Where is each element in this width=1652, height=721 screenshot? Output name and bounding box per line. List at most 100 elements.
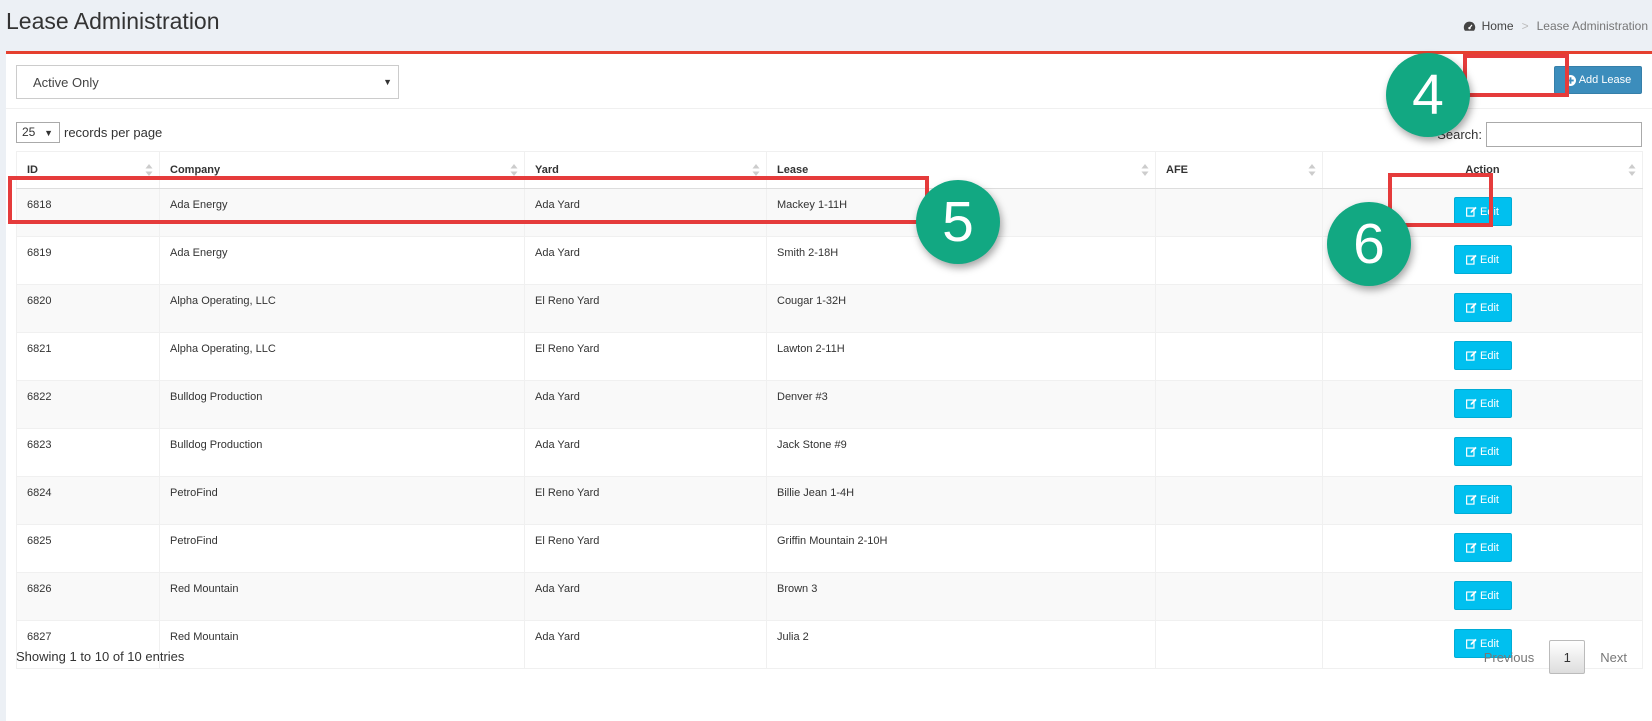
edit-button[interactable]: Edit xyxy=(1453,485,1512,514)
page-length-label: records per page xyxy=(64,125,163,140)
cell-afe xyxy=(1155,428,1323,477)
table-info: Showing 1 to 10 of 10 entries xyxy=(16,649,185,664)
status-filter-value: Active Only xyxy=(33,75,99,90)
search-control: Search: xyxy=(1437,122,1642,147)
cell-company: PetroFind xyxy=(159,476,525,525)
edit-button-label: Edit xyxy=(1480,541,1499,554)
edit-button-label: Edit xyxy=(1480,493,1499,506)
cell-afe xyxy=(1155,476,1323,525)
cell-lease: Julia 2 xyxy=(766,620,1156,669)
cell-id: 6821 xyxy=(16,332,160,381)
cell-afe xyxy=(1155,524,1323,573)
table-row[interactable]: 6824 PetroFind El Reno Yard Billie Jean 1-4… xyxy=(16,476,1643,525)
page-length-value: 25 xyxy=(22,125,36,139)
column-header-afe[interactable]: AFE xyxy=(1155,151,1323,189)
cell-action: Edit xyxy=(1322,380,1643,429)
cell-action: Edit xyxy=(1322,332,1643,381)
cell-id: 6823 xyxy=(16,428,160,477)
cell-yard: Ada Yard xyxy=(524,380,767,429)
cell-lease: Brown 3 xyxy=(766,572,1156,621)
edit-button-label: Edit xyxy=(1480,253,1499,266)
pagination: Previous 1 Next xyxy=(1469,640,1642,674)
table-row[interactable]: 6822 Bulldog Production Ada Yard Denver #3 E… xyxy=(16,380,1643,429)
edit-button[interactable]: Edit xyxy=(1453,341,1512,370)
edit-icon xyxy=(1466,302,1477,313)
edit-icon xyxy=(1466,494,1477,505)
pagination-previous[interactable]: Previous xyxy=(1469,641,1550,674)
edit-button[interactable]: Edit xyxy=(1453,293,1512,322)
cell-afe xyxy=(1155,380,1323,429)
breadcrumb: Home > Lease Administration xyxy=(1463,19,1648,33)
edit-button[interactable]: Edit xyxy=(1453,581,1512,610)
cell-action: Edit xyxy=(1322,284,1643,333)
page-length-select[interactable]: 25 ▼ xyxy=(16,122,60,143)
edit-button-label: Edit xyxy=(1480,301,1499,314)
edit-icon xyxy=(1466,590,1477,601)
sort-icon xyxy=(1628,164,1636,176)
edit-icon xyxy=(1466,398,1477,409)
cell-company: Alpha Operating, LLC xyxy=(159,332,525,381)
cell-yard: El Reno Yard xyxy=(524,476,767,525)
table-row[interactable]: 6826 Red Mountain Ada Yard Brown 3 Edit xyxy=(16,572,1643,621)
breadcrumb-separator: > xyxy=(1521,19,1529,33)
cell-company: Alpha Operating, LLC xyxy=(159,284,525,333)
cell-yard: El Reno Yard xyxy=(524,524,767,573)
cell-lease: Lawton 2-11H xyxy=(766,332,1156,381)
add-lease-label: Add Lease xyxy=(1578,74,1632,86)
cell-yard: Ada Yard xyxy=(524,428,767,477)
cell-action: Edit xyxy=(1322,572,1643,621)
sort-icon xyxy=(510,164,518,176)
breadcrumb-home[interactable]: Home xyxy=(1482,19,1514,33)
cell-afe xyxy=(1155,572,1323,621)
caret-down-icon: ▼ xyxy=(383,77,392,87)
annotation-badge-4: 4 xyxy=(1386,53,1470,137)
sort-icon xyxy=(1141,164,1149,176)
cell-action: Edit xyxy=(1322,524,1643,573)
cell-lease: Griffin Mountain 2-10H xyxy=(766,524,1156,573)
annotation-badge-5: 5 xyxy=(916,180,1000,264)
cell-afe xyxy=(1155,236,1323,285)
cell-id: 6820 xyxy=(16,284,160,333)
column-header-label: AFE xyxy=(1166,164,1188,176)
cell-id: 6824 xyxy=(16,476,160,525)
status-filter-select[interactable]: Active Only ▼ xyxy=(16,65,399,99)
cell-afe xyxy=(1155,620,1323,669)
edit-icon xyxy=(1466,254,1477,265)
cell-yard: El Reno Yard xyxy=(524,284,767,333)
cell-afe xyxy=(1155,284,1323,333)
edit-button[interactable]: Edit xyxy=(1453,533,1512,562)
table-row[interactable]: 6823 Bulldog Production Ada Yard Jack Stone… xyxy=(16,428,1643,477)
table-row[interactable]: 6820 Alpha Operating, LLC El Reno Yard Coug… xyxy=(16,284,1643,333)
lease-box: Active Only ▼ Add Lease 25 ▼ records per… xyxy=(6,51,1652,721)
annotation-box-edit xyxy=(1388,173,1493,227)
cell-action: Edit xyxy=(1322,428,1643,477)
annotation-badge-6: 6 xyxy=(1327,202,1411,286)
edit-button[interactable]: Edit xyxy=(1453,245,1512,274)
edit-button[interactable]: Edit xyxy=(1453,389,1512,418)
caret-down-icon: ▼ xyxy=(44,127,53,138)
pagination-current-page[interactable]: 1 xyxy=(1549,640,1586,674)
cell-yard: Ada Yard xyxy=(524,620,767,669)
cell-lease: Denver #3 xyxy=(766,380,1156,429)
edit-icon xyxy=(1466,446,1477,457)
column-header-label: Yard xyxy=(535,164,559,176)
cell-yard: Ada Yard xyxy=(524,236,767,285)
table-row[interactable]: 6827 Red Mountain Ada Yard Julia 2 Edit xyxy=(16,620,1643,669)
cell-lease: Jack Stone #9 xyxy=(766,428,1156,477)
table-row[interactable]: 6825 PetroFind El Reno Yard Griffin Mountai… xyxy=(16,524,1643,573)
edit-icon xyxy=(1466,350,1477,361)
sort-icon xyxy=(1308,164,1316,176)
cell-company: Bulldog Production xyxy=(159,428,525,477)
cell-action: Edit xyxy=(1322,476,1643,525)
cell-company: Ada Energy xyxy=(159,236,525,285)
search-input[interactable] xyxy=(1486,122,1642,147)
cell-yard: El Reno Yard xyxy=(524,332,767,381)
dashboard-icon xyxy=(1463,21,1475,31)
pagination-next[interactable]: Next xyxy=(1585,641,1642,674)
cell-yard: Ada Yard xyxy=(524,572,767,621)
edit-button[interactable]: Edit xyxy=(1453,437,1512,466)
edit-button-label: Edit xyxy=(1480,589,1499,602)
sort-icon xyxy=(752,164,760,176)
annotation-box-row xyxy=(8,176,929,224)
table-row[interactable]: 6821 Alpha Operating, LLC El Reno Yard Lawt… xyxy=(16,332,1643,381)
